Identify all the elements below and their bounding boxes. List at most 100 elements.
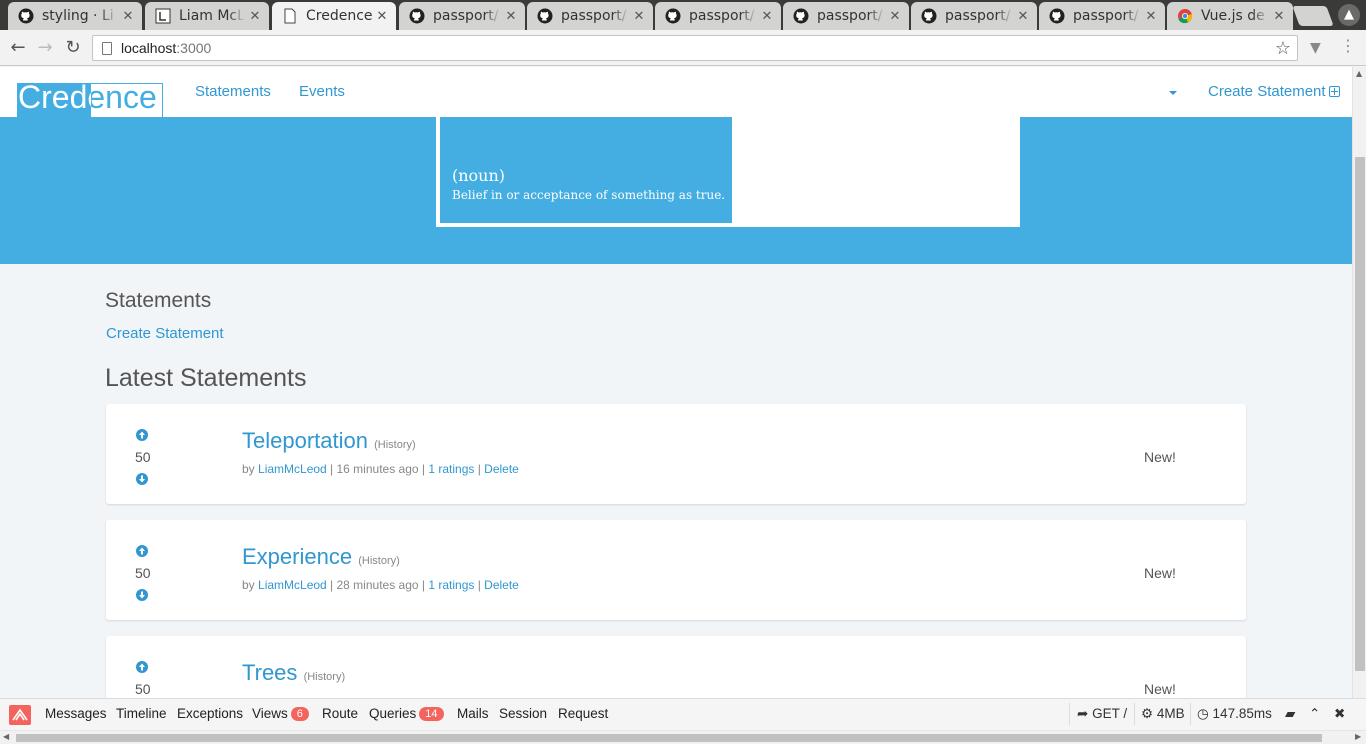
statement-title-link[interactable]: Experience (242, 544, 352, 569)
horizontal-scrollbar[interactable]: ◀ ▶ (0, 730, 1366, 744)
close-icon[interactable]: ✕ (249, 9, 261, 24)
close-icon[interactable]: ✕ (1017, 9, 1029, 24)
meta-time: | 16 minutes ago | (326, 462, 429, 476)
vue-devtools-icon[interactable]: ▼ (1310, 40, 1321, 56)
scroll-left-arrow-icon[interactable]: ◀ (3, 732, 9, 741)
upvote-arrow-icon[interactable] (136, 661, 148, 673)
browser-tab[interactable]: styling · Li ✕ (8, 2, 142, 30)
browser-tab[interactable]: passport/ ✕ (911, 2, 1037, 30)
close-icon[interactable]: ✖ (1334, 706, 1345, 722)
close-icon[interactable]: ✕ (122, 9, 134, 24)
browser-tab[interactable]: passport/ ✕ (783, 2, 909, 30)
menu-dots-icon[interactable]: ⋮ (1340, 36, 1356, 55)
share-arrow-icon: ➦ (1077, 706, 1089, 721)
author-link[interactable]: LiamMcLeod (258, 462, 327, 476)
nav-create-statement-link[interactable]: Create Statement (1208, 83, 1340, 100)
statements-heading: Statements (105, 289, 212, 312)
ratings-link[interactable]: 1 ratings (428, 578, 474, 592)
close-icon[interactable]: ✕ (761, 9, 773, 24)
debug-tab-timeline[interactable]: Timeline (116, 706, 167, 721)
debug-tab-session[interactable]: Session (499, 706, 547, 721)
new-tab-button[interactable] (1292, 6, 1334, 26)
statement-category: (History) (303, 671, 346, 683)
debug-method: GET / (1092, 706, 1128, 721)
statement-title-link[interactable]: Teleportation (242, 428, 368, 453)
upvote-arrow-icon[interactable] (136, 429, 148, 441)
statement-card: 50 Teleportation (History) by LiamMcLeod… (106, 404, 1246, 504)
meta-by: by (242, 462, 259, 476)
downvote-arrow-icon[interactable] (136, 589, 148, 601)
statement-title-row: Experience (History) (242, 544, 400, 570)
browser-tab[interactable]: Liam McL ✕ (145, 2, 269, 30)
statement-title-link[interactable]: Trees (242, 660, 297, 685)
tab-title: passport/ (817, 8, 883, 24)
browser-tab[interactable]: passport/ ✕ (655, 2, 781, 30)
back-arrow-icon[interactable]: ← (6, 36, 30, 60)
address-bar[interactable]: localhost:3000 ☆ (92, 35, 1298, 61)
page-l-icon (155, 8, 171, 24)
debug-tab-mails[interactable]: Mails (457, 706, 489, 721)
url-text[interactable]: localhost:3000 (121, 40, 211, 56)
browser-tab[interactable]: passport/ ✕ (527, 2, 653, 30)
debug-tab-label: Request (558, 706, 609, 721)
delete-link[interactable]: Delete (484, 578, 519, 592)
document-icon (284, 8, 296, 24)
chrome-icon (1178, 9, 1193, 24)
forward-arrow-icon[interactable]: → (33, 36, 57, 60)
delete-link[interactable]: Delete (484, 462, 519, 476)
close-icon[interactable]: ✕ (505, 9, 517, 24)
window-menu-icon[interactable]: ▲ (1338, 4, 1360, 26)
folder-open-icon[interactable]: ▰ (1285, 706, 1295, 722)
create-statement-link[interactable]: Create Statement (106, 325, 224, 342)
close-icon[interactable]: ✕ (633, 9, 645, 24)
scrollbar-thumb[interactable] (1355, 157, 1365, 671)
reload-icon[interactable]: ↻ (61, 36, 85, 60)
author-link[interactable]: LiamMcLeod (258, 578, 327, 592)
nav-link-events[interactable]: Events (299, 83, 345, 100)
page-info-icon[interactable] (102, 42, 112, 55)
tab-title: Liam McL (179, 8, 245, 24)
github-icon (793, 8, 809, 24)
scroll-up-arrow-icon[interactable]: ▲ (1356, 69, 1362, 78)
debug-tab-request[interactable]: Request (558, 706, 608, 721)
close-icon[interactable]: ✕ (889, 9, 901, 24)
vertical-scrollbar[interactable]: ▲ (1352, 67, 1366, 698)
scroll-right-arrow-icon[interactable]: ▶ (1355, 732, 1361, 741)
browser-tab[interactable]: passport/ ✕ (399, 2, 525, 30)
browser-tab[interactable]: passport/ ✕ (1039, 2, 1165, 30)
debug-tab-messages[interactable]: Messages (45, 706, 107, 721)
statement-title-row: Trees (History) (242, 660, 345, 686)
plus-square-icon (1328, 86, 1340, 97)
statement-meta: by LiamMcLeod | 28 minutes ago | 1 ratin… (242, 578, 519, 592)
debug-tab-queries[interactable]: Queries 14 (369, 706, 444, 722)
statement-score: 50 (135, 565, 151, 581)
meta-time: | 28 minutes ago | (326, 578, 429, 592)
debugbar-logo-icon[interactable] (9, 705, 31, 725)
debug-separator (1190, 703, 1191, 725)
user-dropdown-caret-icon[interactable] (1169, 91, 1177, 95)
browser-tab[interactable]: Vue.js de ✕ (1167, 2, 1293, 30)
close-icon[interactable]: ✕ (1273, 9, 1285, 24)
github-icon (537, 8, 553, 24)
debug-tab-views[interactable]: Views 6 (252, 706, 309, 722)
close-icon[interactable]: ✕ (376, 9, 388, 24)
statement-score: 50 (135, 449, 151, 465)
github-icon (409, 8, 425, 24)
debug-tab-exceptions[interactable]: Exceptions (177, 706, 243, 721)
scrollbar-thumb[interactable] (16, 734, 1322, 742)
debug-tab-route[interactable]: Route (322, 706, 358, 721)
bookmark-star-icon[interactable]: ☆ (1275, 38, 1291, 59)
nav-link-statements[interactable]: Statements (195, 83, 271, 100)
tab-title: passport/ (1073, 8, 1139, 24)
upvote-arrow-icon[interactable] (136, 545, 148, 557)
tab-title: Credence (306, 8, 372, 24)
browser-tab-active[interactable]: Credence ✕ (272, 2, 396, 30)
brand-logo[interactable]: Credence Credence (17, 83, 163, 126)
ratings-link[interactable]: 1 ratings (428, 462, 474, 476)
github-icon (1049, 8, 1065, 24)
chevron-up-icon[interactable]: ⌃ (1309, 706, 1320, 722)
github-icon (921, 8, 937, 24)
close-icon[interactable]: ✕ (1145, 9, 1157, 24)
downvote-arrow-icon[interactable] (136, 473, 148, 485)
hero-part-of-speech: (noun) (452, 166, 506, 185)
